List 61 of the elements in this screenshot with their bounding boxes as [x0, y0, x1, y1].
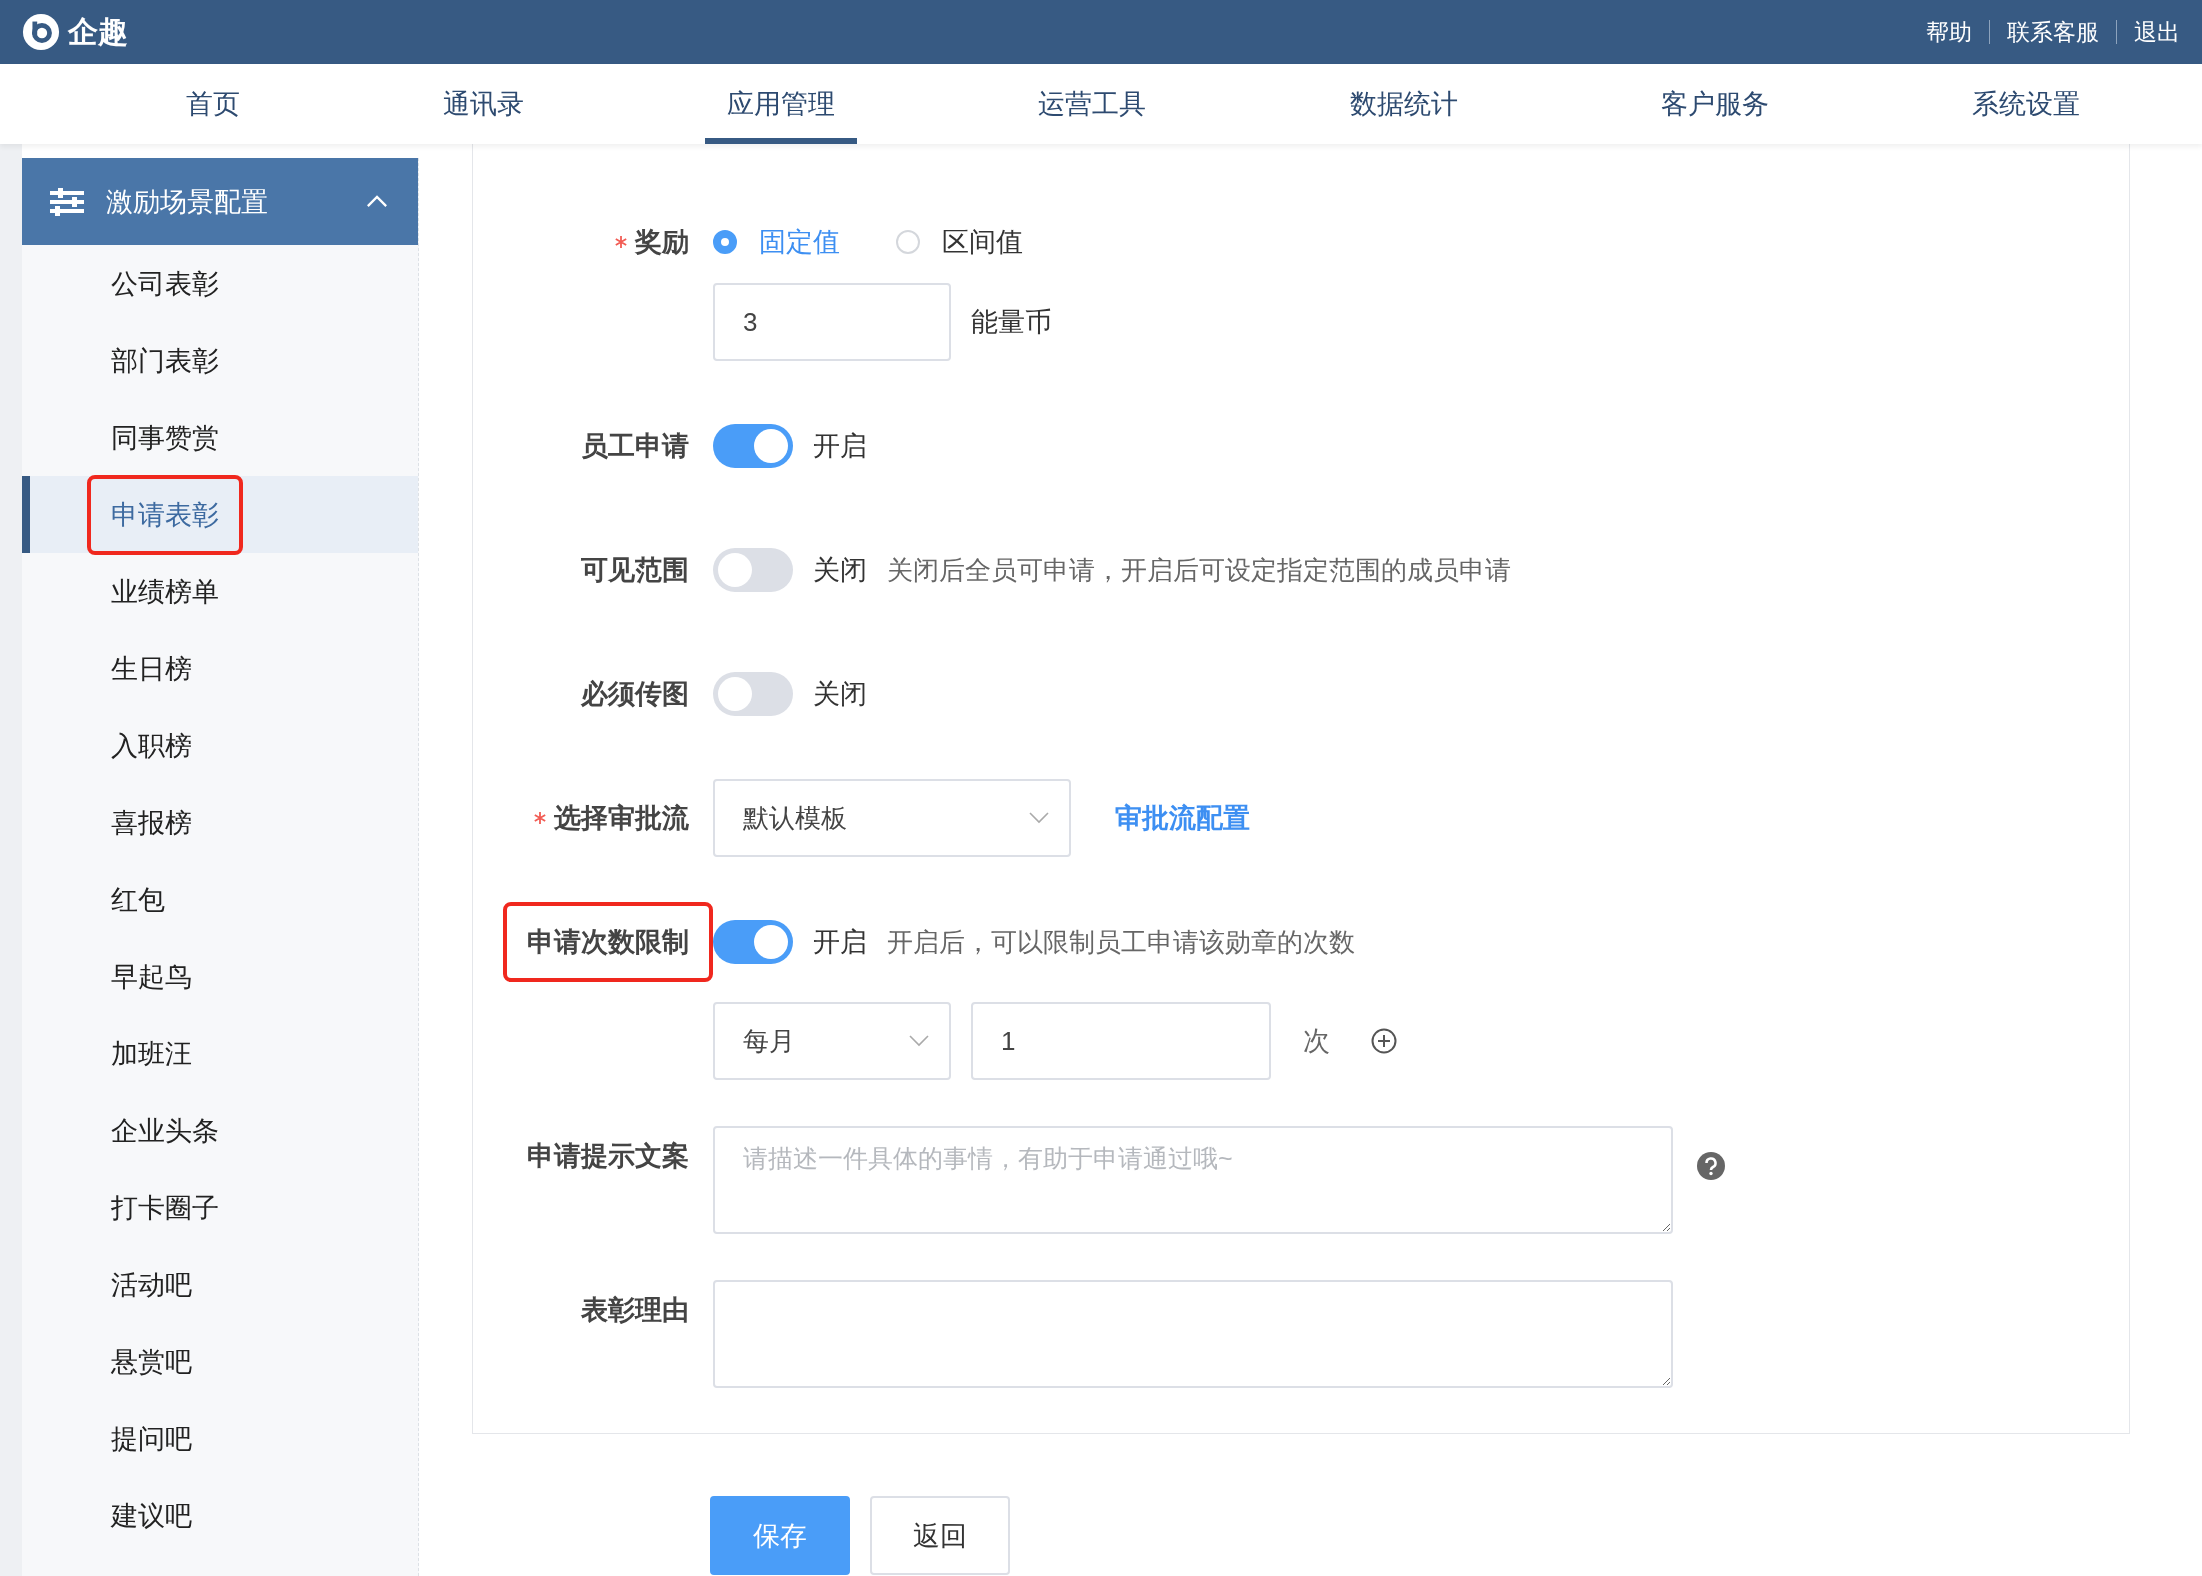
toggle-switch[interactable] [713, 424, 793, 468]
help-icon[interactable] [1697, 1152, 1725, 1180]
toggle-switch[interactable] [713, 548, 793, 592]
amount-field[interactable]: 3 [713, 283, 951, 361]
sliders-icon [50, 187, 84, 216]
sidebar-item[interactable]: 生日榜 [22, 630, 418, 707]
header-link[interactable]: 联系客服 [1989, 20, 2116, 44]
toggle-state: 关闭 [813, 678, 867, 711]
text-area[interactable]: 请描述一件具体的事情，有助于申请通过哦~ [713, 1126, 1673, 1234]
period-select[interactable]: 每月 [713, 1002, 951, 1080]
field-label: 申请次数限制 [503, 902, 713, 982]
sidebar-item[interactable]: 提问吧 [22, 1400, 418, 1477]
sidebar-item[interactable]: 部门表彰 [22, 322, 418, 399]
toggle-state: 关闭 [813, 554, 867, 587]
sidebar-item[interactable]: 喜报榜 [22, 784, 418, 861]
toggle-state: 开启 [813, 430, 867, 463]
toggle-switch[interactable] [713, 672, 793, 716]
sidebar-item[interactable]: 企业头条 [22, 1092, 418, 1169]
header-link[interactable]: 帮助 [1909, 20, 1989, 44]
nav-tab[interactable]: 系统设置 [1949, 64, 2102, 144]
field-label: 员工申请 [581, 430, 689, 463]
field-label: 必须传图 [581, 678, 689, 711]
toggle-state: 开启 [813, 926, 867, 959]
field-label: 奖励 [635, 226, 689, 259]
sidebar-item[interactable]: 早起鸟 [22, 938, 418, 1015]
add-icon[interactable] [1370, 1027, 1398, 1055]
count-field[interactable]: 1 [971, 1002, 1271, 1080]
nav-tab[interactable]: 首页 [164, 64, 262, 144]
sidebar-item[interactable]: 入职榜 [22, 707, 418, 784]
sidebar-item[interactable]: 悬赏吧 [22, 1323, 418, 1400]
hint-text: 开启后，可以限制员工申请该勋章的次数 [887, 925, 1355, 959]
header-link[interactable]: 退出 [2116, 20, 2180, 44]
field-label: 选择审批流 [554, 802, 689, 835]
sidebar-item[interactable]: 红包 [22, 861, 418, 938]
approval-select[interactable]: 默认模板 [713, 779, 1071, 857]
field-label: 申请提示文案 [527, 1140, 689, 1173]
hint-text: 关闭后全员可申请，开启后可设定指定范围的成员申请 [887, 553, 1511, 587]
sidebar-item[interactable]: 申请表彰 [22, 476, 418, 553]
sidebar-item[interactable]: 业绩榜单 [22, 553, 418, 630]
form-button[interactable]: 返回 [870, 1496, 1010, 1575]
field-label: 可见范围 [581, 554, 689, 587]
sidebar-item[interactable]: 活动吧 [22, 1246, 418, 1323]
sidebar-item[interactable]: 打卡圈子 [22, 1169, 418, 1246]
radio-option[interactable]: 区间值 [896, 224, 1023, 260]
sidebar-item[interactable]: 公司表彰 [22, 245, 418, 322]
chevron-down-icon [909, 1035, 929, 1047]
sidebar-item[interactable]: 同事赞赏 [22, 399, 418, 476]
nav-tab[interactable]: 数据统计 [1327, 64, 1480, 144]
nav-tab[interactable]: 客户服务 [1638, 64, 1791, 144]
sidebar-item[interactable]: 建议吧 [22, 1477, 418, 1554]
chevron-down-icon [1029, 812, 1049, 824]
field-label: 表彰理由 [581, 1294, 689, 1327]
unit-label: 次 [1303, 1025, 1330, 1058]
sidebar-group-header[interactable]: 激励场景配置 [22, 158, 418, 245]
app-name: 企趣 [68, 13, 128, 50]
unit-label: 能量币 [971, 306, 1052, 339]
nav-tab[interactable]: 通讯录 [421, 64, 547, 144]
nav-tab[interactable]: 运营工具 [1016, 64, 1169, 144]
toggle-switch[interactable] [713, 920, 793, 964]
sidebar-item[interactable]: 加班汪 [22, 1015, 418, 1092]
logo-icon [22, 13, 60, 51]
